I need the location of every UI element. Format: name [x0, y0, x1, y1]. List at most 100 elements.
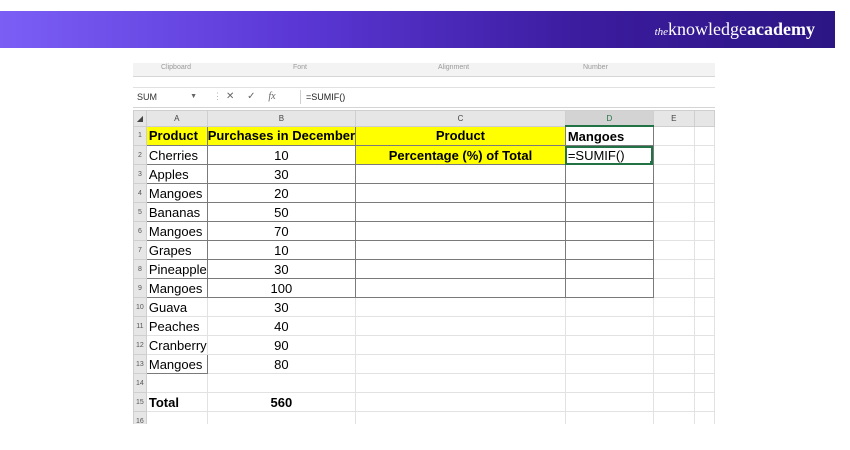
cell-f[interactable]: [693, 392, 715, 412]
row-header[interactable]: 10: [133, 297, 147, 317]
row-header[interactable]: 4: [133, 183, 147, 203]
cell-e[interactable]: [652, 125, 695, 146]
cell-a[interactable]: Bananas: [145, 202, 208, 222]
cell-e[interactable]: [652, 297, 695, 317]
row-header[interactable]: 13: [133, 354, 147, 374]
cell-b[interactable]: [206, 373, 357, 393]
cell-f[interactable]: [693, 335, 715, 355]
cell-b[interactable]: 10: [206, 240, 357, 260]
cell-e[interactable]: [652, 202, 695, 222]
cell-d[interactable]: [564, 183, 654, 203]
active-cell[interactable]: =SUMIF(): [564, 145, 654, 165]
cell-a[interactable]: Mangoes: [145, 183, 208, 203]
cell-d[interactable]: [564, 354, 654, 374]
cell-b[interactable]: 30: [206, 259, 357, 279]
cell-a[interactable]: Grapes: [145, 240, 208, 260]
cell-e[interactable]: [652, 278, 695, 298]
cell-e[interactable]: [652, 392, 695, 412]
column-header[interactable]: C: [355, 110, 566, 127]
cell-f[interactable]: [693, 373, 715, 393]
row-header[interactable]: 12: [133, 335, 147, 355]
cell-d[interactable]: [564, 202, 654, 222]
ribbon-group-alignment[interactable]: Alignment: [438, 64, 469, 71]
cell-c[interactable]: [355, 221, 566, 241]
cell-c[interactable]: [355, 240, 566, 260]
cell-e[interactable]: [652, 240, 695, 260]
cell-f[interactable]: [693, 145, 715, 165]
cell-c[interactable]: Percentage (%) of Total: [355, 145, 566, 165]
cell-d[interactable]: [564, 392, 654, 412]
row-header[interactable]: 7: [133, 240, 147, 260]
cell-e[interactable]: [652, 411, 695, 424]
row-header[interactable]: 3: [133, 164, 147, 184]
cell-d[interactable]: [564, 164, 654, 184]
cell-b[interactable]: 40: [206, 316, 357, 336]
cell-e[interactable]: [652, 373, 695, 393]
row-header[interactable]: 8: [133, 259, 147, 279]
cell-b[interactable]: [206, 411, 357, 424]
cell-f[interactable]: [693, 354, 715, 374]
row-header[interactable]: 1: [133, 125, 147, 146]
cell-c[interactable]: [355, 202, 566, 222]
cell-d[interactable]: Mangoes: [564, 125, 654, 146]
formula-input[interactable]: =SUMIF(): [306, 90, 345, 104]
cell-a[interactable]: Guava: [145, 297, 208, 317]
row-header[interactable]: 6: [133, 221, 147, 241]
cell-b[interactable]: 100: [206, 278, 357, 298]
cell-c[interactable]: [355, 373, 566, 393]
cell-b[interactable]: 90: [206, 335, 357, 355]
cell-a[interactable]: Total: [145, 392, 208, 412]
ribbon-group-font[interactable]: Font: [293, 64, 307, 71]
cell-c[interactable]: [355, 183, 566, 203]
cell-a[interactable]: [145, 373, 208, 393]
cell-f[interactable]: [693, 411, 715, 424]
cell-c[interactable]: [355, 164, 566, 184]
cell-a[interactable]: Cherries: [145, 145, 208, 165]
cell-f[interactable]: [693, 297, 715, 317]
select-all-corner[interactable]: ◢: [133, 110, 147, 127]
cell-a[interactable]: Mangoes: [145, 354, 208, 374]
cell-e[interactable]: [652, 221, 695, 241]
name-box[interactable]: SUM ▼: [133, 90, 203, 104]
cell-d[interactable]: [564, 297, 654, 317]
cell-f[interactable]: [693, 316, 715, 336]
cell-e[interactable]: [652, 164, 695, 184]
cell-f[interactable]: [693, 183, 715, 203]
row-header[interactable]: 11: [133, 316, 147, 336]
column-header-selected[interactable]: D: [564, 110, 654, 127]
cell-b[interactable]: 560: [206, 392, 357, 412]
cell-c[interactable]: [355, 259, 566, 279]
cell-c[interactable]: [355, 297, 566, 317]
cell-a[interactable]: Mangoes: [145, 278, 208, 298]
column-header[interactable]: [693, 110, 715, 127]
ribbon-group-number[interactable]: Number: [583, 64, 608, 71]
cell-e[interactable]: [652, 354, 695, 374]
cell-f[interactable]: [693, 259, 715, 279]
enter-icon[interactable]: ✓: [247, 91, 255, 102]
cell-b[interactable]: 70: [206, 221, 357, 241]
cell-d[interactable]: [564, 221, 654, 241]
cell-e[interactable]: [652, 183, 695, 203]
cell-c[interactable]: [355, 354, 566, 374]
chevron-down-icon[interactable]: ▼: [190, 90, 197, 104]
cell-a[interactable]: Pineapple: [145, 259, 208, 279]
cancel-icon[interactable]: ✕: [226, 91, 234, 102]
cell-b[interactable]: 10: [206, 145, 357, 165]
cell-d[interactable]: [564, 259, 654, 279]
row-header[interactable]: 16: [133, 411, 147, 424]
cell-c[interactable]: [355, 278, 566, 298]
cell-e[interactable]: [652, 316, 695, 336]
column-header[interactable]: A: [145, 110, 208, 127]
cell-e[interactable]: [652, 259, 695, 279]
cell-d[interactable]: [564, 411, 654, 424]
cell-b[interactable]: 80: [206, 354, 357, 374]
cell-f[interactable]: [693, 125, 715, 146]
cell-b[interactable]: Purchases in December: [206, 125, 357, 146]
cell-c[interactable]: Product: [355, 125, 566, 146]
cell-f[interactable]: [693, 164, 715, 184]
cell-e[interactable]: [652, 145, 695, 165]
column-header[interactable]: E: [652, 110, 695, 127]
row-header[interactable]: 9: [133, 278, 147, 298]
cell-b[interactable]: 20: [206, 183, 357, 203]
column-header[interactable]: B: [206, 110, 357, 127]
